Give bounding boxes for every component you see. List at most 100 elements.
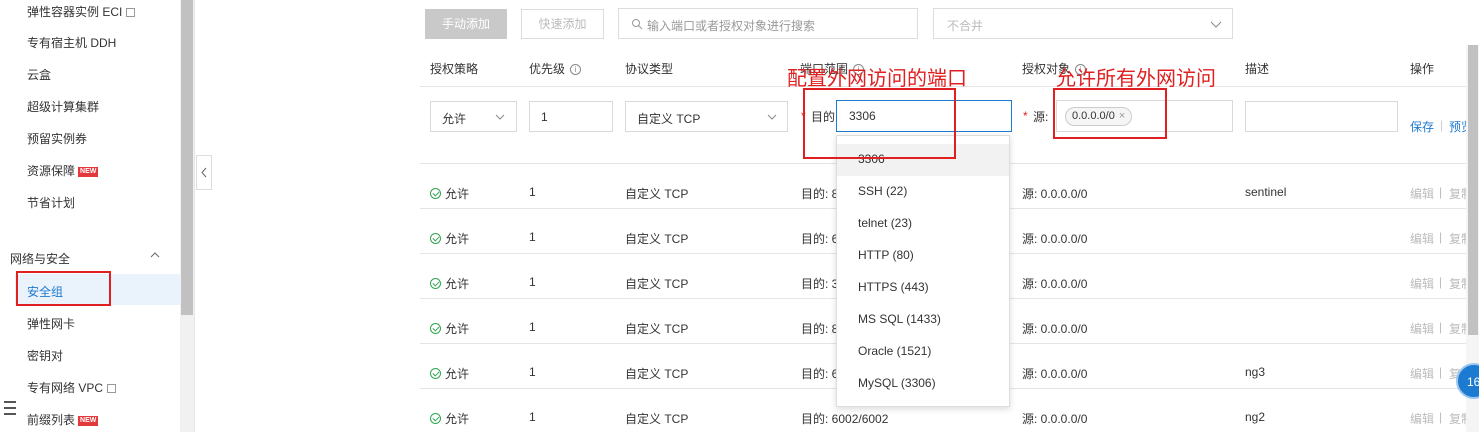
sidebar-item-label: 前缀列表 (27, 413, 76, 427)
separator: | (1440, 118, 1444, 132)
sidebar-scrollbar-thumb[interactable] (181, 0, 193, 315)
port-cell: 目的: 8 (801, 322, 839, 336)
policy-cell: 允许 (430, 365, 469, 382)
search-input[interactable]: 输入端口或者授权对象进行搜索 (618, 8, 918, 39)
annotation-source-note: 允许所有外网访问 (1056, 66, 1216, 90)
port-cell: 目的: 6 (801, 232, 839, 246)
sidebar-item-label: 专有网络 VPC (27, 381, 104, 395)
policy-cell: 允许 (430, 185, 469, 202)
manual-add-button[interactable]: 手动添加 (425, 9, 507, 39)
quick-add-button[interactable]: 快速添加 (521, 9, 604, 39)
policy-cell: 允许 (430, 230, 469, 247)
port-cell: 目的: 6002/6002 (801, 412, 889, 426)
dropdown-option[interactable]: MS SQL (1433) (858, 312, 941, 326)
description-cell: sentinel (1245, 185, 1287, 199)
sidebar-item-ddh[interactable]: 专有宿主机 DDH (27, 34, 116, 51)
dropdown-option[interactable]: telnet (23) (858, 216, 912, 230)
sidebar-item-label: 资源保障 (27, 164, 76, 178)
source-cell: 源: 0.0.0.0/0 (1022, 367, 1088, 381)
help-bubble[interactable]: 16 (1456, 363, 1479, 399)
required-mark: * (1023, 109, 1028, 123)
sidebar-item-cloudbox[interactable]: 云盒 (27, 66, 51, 83)
separator: | (1439, 230, 1443, 244)
check-circle-icon (430, 323, 441, 334)
edit-link[interactable]: 编辑 (1410, 320, 1434, 337)
sidebar-item-vpc[interactable]: 专有网络 VPC (27, 379, 117, 396)
sidebar-item-eci[interactable]: 弹性容器实例 ECI (27, 3, 136, 20)
chevron-left-icon (201, 167, 207, 178)
priority-cell: 1 (529, 410, 536, 424)
dropdown-option[interactable]: MySQL (3306) (858, 376, 936, 390)
highlight-box (16, 271, 111, 306)
priority-input[interactable]: 1 (529, 101, 613, 132)
source-cell: 源: 0.0.0.0/0 (1022, 277, 1088, 291)
edit-link[interactable]: 编辑 (1410, 230, 1434, 247)
policy-text: 允许 (445, 322, 470, 336)
edit-link[interactable]: 编辑 (1410, 185, 1434, 202)
source-cell: 源: 0.0.0.0/0 (1022, 187, 1088, 201)
protocol-cell: 自定义 TCP (625, 322, 689, 336)
sidebar-item-eni[interactable]: 弹性网卡 (27, 315, 75, 332)
dropdown-option[interactable]: HTTP (80) (858, 248, 914, 262)
port-cell: 目的: 3 (801, 277, 839, 291)
sidebar-item-savings-plan[interactable]: 节省计划 (27, 194, 75, 211)
protocol-cell: 自定义 TCP (625, 277, 689, 291)
protocol-cell: 自定义 TCP (625, 232, 689, 246)
chevron-down-icon (1210, 21, 1222, 28)
check-circle-icon (430, 413, 441, 424)
sidebar-item-prefix-list[interactable]: 前缀列表 NEW (27, 411, 99, 428)
sidebar-item-supercomputing[interactable]: 超级计算集群 (27, 98, 99, 115)
edit-link[interactable]: 编辑 (1410, 410, 1434, 427)
sidebar-item-resource-guarantee[interactable]: 资源保障 NEW (27, 162, 99, 179)
chevron-up-icon[interactable] (150, 250, 160, 260)
help-bubble-count: 16 (1467, 375, 1479, 389)
policy-cell: 允许 (430, 410, 469, 427)
separator: | (1439, 410, 1443, 424)
menu-icon[interactable] (0, 394, 22, 424)
priority-value: 1 (541, 110, 548, 124)
edit-link[interactable]: 编辑 (1410, 365, 1434, 382)
save-link[interactable]: 保存 (1410, 118, 1434, 135)
protocol-cell: 自定义 TCP (625, 412, 689, 426)
merge-select[interactable]: 不合并 (933, 8, 1233, 39)
merge-select-value: 不合并 (947, 19, 984, 33)
dropdown-option[interactable]: SSH (22) (858, 184, 907, 198)
source-cell: 源: 0.0.0.0/0 (1022, 232, 1088, 246)
port-dropdown: 3306 SSH (22) telnet (23) HTTP (80) HTTP… (836, 135, 1010, 407)
sidebar-item-keypair[interactable]: 密钥对 (27, 347, 63, 364)
source-cell: 源: 0.0.0.0/0 (1022, 322, 1088, 336)
sidebar-item-reserved-instances[interactable]: 预留实例券 (27, 130, 87, 147)
header-label: 优先级 (529, 62, 566, 76)
policy-text: 允许 (445, 412, 470, 426)
separator: | (1439, 275, 1443, 289)
policy-select-value: 允许 (442, 112, 467, 126)
separator: | (1439, 365, 1443, 379)
dropdown-option[interactable]: Oracle (1521) (858, 344, 931, 358)
policy-select[interactable]: 允许 (430, 101, 517, 132)
search-icon (632, 19, 643, 30)
policy-cell: 允许 (430, 275, 469, 292)
priority-cell: 1 (529, 320, 536, 334)
chevron-down-icon (767, 114, 777, 120)
protocol-select[interactable]: 自定义 TCP (625, 101, 788, 132)
description-input[interactable] (1245, 101, 1398, 132)
collapse-sidebar-button[interactable] (196, 155, 212, 190)
sidebar-section-network-security[interactable]: 网络与安全 (10, 250, 70, 267)
dropdown-option[interactable]: HTTPS (443) (858, 280, 929, 294)
source-cell: 源: 0.0.0.0/0 (1022, 412, 1088, 426)
policy-text: 允许 (445, 277, 470, 291)
source-prefix-label: 源: (1033, 110, 1049, 124)
info-icon[interactable]: i (570, 64, 582, 75)
check-circle-icon (430, 233, 441, 244)
new-badge: NEW (78, 415, 99, 426)
priority-cell: 1 (529, 230, 536, 244)
policy-cell: 允许 (430, 320, 469, 337)
search-placeholder: 输入端口或者授权对象进行搜索 (647, 19, 816, 33)
protocol-select-value: 自定义 TCP (637, 112, 701, 126)
edit-link[interactable]: 编辑 (1410, 275, 1434, 292)
port-cell: 目的: 6 (801, 367, 839, 381)
page-scrollbar-thumb[interactable] (1468, 45, 1478, 335)
description-cell: ng2 (1245, 410, 1266, 424)
divider (194, 0, 195, 432)
header-description: 描述 (1245, 62, 1270, 76)
